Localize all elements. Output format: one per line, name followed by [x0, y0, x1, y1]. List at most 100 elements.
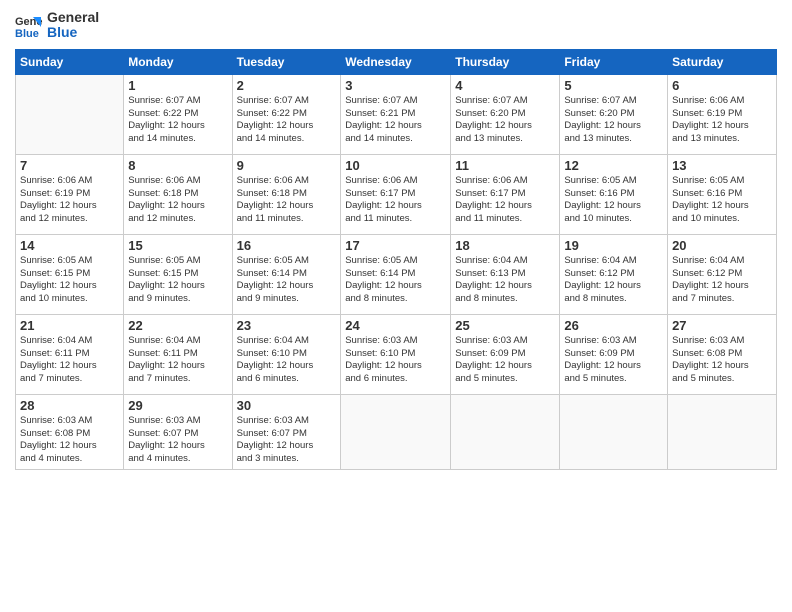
calendar-cell: [16, 74, 124, 154]
day-info: Sunrise: 6:03 AMSunset: 6:08 PMDaylight:…: [20, 415, 119, 466]
calendar-cell: 30 Sunrise: 6:03 AMSunset: 6:07 PMDayligh…: [232, 394, 341, 469]
day-number: 15: [128, 238, 227, 253]
calendar-cell: 1Sunrise: 6:07 AMSunset: 6:22 PMDaylight…: [124, 74, 232, 154]
day-number: 9: [237, 158, 337, 173]
day-info: Sunrise: 6:03 AMSunset: 6:08 PMDaylight:…: [672, 335, 772, 386]
week-row-4: 21 Sunrise: 6:04 AMSunset: 6:11 PMDayligh…: [16, 314, 777, 394]
day-info: Sunrise: 6:07 AMSunset: 6:22 PMDaylight:…: [128, 95, 227, 146]
calendar-cell: 2Sunrise: 6:07 AMSunset: 6:22 PMDaylight…: [232, 74, 341, 154]
day-number: 27: [672, 318, 772, 333]
calendar-cell: 28 Sunrise: 6:03 AMSunset: 6:08 PMDayligh…: [16, 394, 124, 469]
calendar-cell: 26 Sunrise: 6:03 AMSunset: 6:09 PMDayligh…: [560, 314, 668, 394]
day-info: Sunrise: 6:07 AMSunset: 6:20 PMDaylight:…: [455, 95, 555, 146]
day-info: Sunrise: 6:06 AMSunset: 6:19 PMDaylight:…: [672, 95, 772, 146]
calendar-cell: [451, 394, 560, 469]
day-number: 7: [20, 158, 119, 173]
day-info: Sunrise: 6:04 AMSunset: 6:11 PMDaylight:…: [128, 335, 227, 386]
header: General Blue General Blue: [15, 10, 777, 41]
day-info: Sunrise: 6:04 AMSunset: 6:11 PMDaylight:…: [20, 335, 119, 386]
day-info: Sunrise: 6:04 AMSunset: 6:12 PMDaylight:…: [672, 255, 772, 306]
day-info: Sunrise: 6:05 AMSunset: 6:14 PMDaylight:…: [237, 255, 337, 306]
calendar-cell: 13 Sunrise: 6:05 AMSunset: 6:16 PMDayligh…: [668, 154, 777, 234]
day-number: 17: [345, 238, 446, 253]
calendar-cell: 9 Sunrise: 6:06 AMSunset: 6:18 PMDaylight…: [232, 154, 341, 234]
calendar-cell: 21 Sunrise: 6:04 AMSunset: 6:11 PMDayligh…: [16, 314, 124, 394]
day-number: 6: [672, 78, 772, 93]
calendar-header-row: SundayMondayTuesdayWednesdayThursdayFrid…: [16, 49, 777, 74]
day-number: 22: [128, 318, 227, 333]
calendar-cell: 23 Sunrise: 6:04 AMSunset: 6:10 PMDayligh…: [232, 314, 341, 394]
day-info: Sunrise: 6:04 AMSunset: 6:12 PMDaylight:…: [564, 255, 663, 306]
calendar-cell: 15Sunrise: 6:05 AMSunset: 6:15 PMDayligh…: [124, 234, 232, 314]
day-info: Sunrise: 6:06 AMSunset: 6:17 PMDaylight:…: [345, 175, 446, 226]
calendar-cell: [668, 394, 777, 469]
calendar: SundayMondayTuesdayWednesdayThursdayFrid…: [15, 49, 777, 470]
day-info: Sunrise: 6:06 AMSunset: 6:18 PMDaylight:…: [237, 175, 337, 226]
day-number: 11: [455, 158, 555, 173]
day-number: 3: [345, 78, 446, 93]
day-number: 24: [345, 318, 446, 333]
week-row-3: 14Sunrise: 6:05 AMSunset: 6:15 PMDayligh…: [16, 234, 777, 314]
calendar-cell: 10 Sunrise: 6:06 AMSunset: 6:17 PMDayligh…: [341, 154, 451, 234]
calendar-cell: 24Sunrise: 6:03 AMSunset: 6:10 PMDayligh…: [341, 314, 451, 394]
day-number: 10: [345, 158, 446, 173]
header-wednesday: Wednesday: [341, 49, 451, 74]
calendar-cell: [560, 394, 668, 469]
day-info: Sunrise: 6:07 AMSunset: 6:20 PMDaylight:…: [564, 95, 663, 146]
day-info: Sunrise: 6:06 AMSunset: 6:17 PMDaylight:…: [455, 175, 555, 226]
day-info: Sunrise: 6:05 AMSunset: 6:14 PMDaylight:…: [345, 255, 446, 306]
day-info: Sunrise: 6:03 AMSunset: 6:07 PMDaylight:…: [237, 415, 337, 466]
day-info: Sunrise: 6:03 AMSunset: 6:07 PMDaylight:…: [128, 415, 227, 466]
calendar-cell: 29 Sunrise: 6:03 AMSunset: 6:07 PMDayligh…: [124, 394, 232, 469]
day-number: 4: [455, 78, 555, 93]
header-saturday: Saturday: [668, 49, 777, 74]
day-info: Sunrise: 6:03 AMSunset: 6:09 PMDaylight:…: [455, 335, 555, 386]
day-info: Sunrise: 6:04 AMSunset: 6:10 PMDaylight:…: [237, 335, 337, 386]
calendar-cell: 16Sunrise: 6:05 AMSunset: 6:14 PMDayligh…: [232, 234, 341, 314]
calendar-cell: 3Sunrise: 6:07 AMSunset: 6:21 PMDaylight…: [341, 74, 451, 154]
svg-text:Blue: Blue: [15, 28, 39, 39]
day-number: 30: [237, 398, 337, 413]
day-number: 21: [20, 318, 119, 333]
logo-icon: General Blue: [15, 11, 43, 39]
day-info: Sunrise: 6:04 AMSunset: 6:13 PMDaylight:…: [455, 255, 555, 306]
header-sunday: Sunday: [16, 49, 124, 74]
day-number: 12: [564, 158, 663, 173]
calendar-cell: 17 Sunrise: 6:05 AMSunset: 6:14 PMDayligh…: [341, 234, 451, 314]
week-row-2: 7Sunrise: 6:06 AMSunset: 6:19 PMDaylight…: [16, 154, 777, 234]
logo-general: General: [47, 10, 99, 25]
calendar-cell: 12 Sunrise: 6:05 AMSunset: 6:16 PMDayligh…: [560, 154, 668, 234]
calendar-cell: 19 Sunrise: 6:04 AMSunset: 6:12 PMDayligh…: [560, 234, 668, 314]
week-row-5: 28 Sunrise: 6:03 AMSunset: 6:08 PMDayligh…: [16, 394, 777, 469]
week-row-1: 1Sunrise: 6:07 AMSunset: 6:22 PMDaylight…: [16, 74, 777, 154]
calendar-cell: 27 Sunrise: 6:03 AMSunset: 6:08 PMDayligh…: [668, 314, 777, 394]
header-tuesday: Tuesday: [232, 49, 341, 74]
day-info: Sunrise: 6:05 AMSunset: 6:16 PMDaylight:…: [672, 175, 772, 226]
calendar-cell: 22 Sunrise: 6:04 AMSunset: 6:11 PMDayligh…: [124, 314, 232, 394]
day-number: 5: [564, 78, 663, 93]
day-number: 28: [20, 398, 119, 413]
calendar-cell: 14Sunrise: 6:05 AMSunset: 6:15 PMDayligh…: [16, 234, 124, 314]
day-number: 20: [672, 238, 772, 253]
calendar-cell: [341, 394, 451, 469]
calendar-cell: 25Sunrise: 6:03 AMSunset: 6:09 PMDayligh…: [451, 314, 560, 394]
calendar-cell: 11 Sunrise: 6:06 AMSunset: 6:17 PMDayligh…: [451, 154, 560, 234]
day-number: 29: [128, 398, 227, 413]
calendar-cell: 5 Sunrise: 6:07 AMSunset: 6:20 PMDaylight…: [560, 74, 668, 154]
day-info: Sunrise: 6:05 AMSunset: 6:16 PMDaylight:…: [564, 175, 663, 226]
day-number: 23: [237, 318, 337, 333]
day-number: 26: [564, 318, 663, 333]
calendar-cell: 4 Sunrise: 6:07 AMSunset: 6:20 PMDaylight…: [451, 74, 560, 154]
day-number: 19: [564, 238, 663, 253]
day-info: Sunrise: 6:05 AMSunset: 6:15 PMDaylight:…: [20, 255, 119, 306]
logo: General Blue General Blue: [15, 10, 99, 41]
day-number: 8: [128, 158, 227, 173]
day-info: Sunrise: 6:07 AMSunset: 6:22 PMDaylight:…: [237, 95, 337, 146]
calendar-cell: 8 Sunrise: 6:06 AMSunset: 6:18 PMDaylight…: [124, 154, 232, 234]
day-info: Sunrise: 6:03 AMSunset: 6:09 PMDaylight:…: [564, 335, 663, 386]
header-monday: Monday: [124, 49, 232, 74]
day-number: 13: [672, 158, 772, 173]
calendar-cell: 7Sunrise: 6:06 AMSunset: 6:19 PMDaylight…: [16, 154, 124, 234]
calendar-cell: 6 Sunrise: 6:06 AMSunset: 6:19 PMDaylight…: [668, 74, 777, 154]
day-info: Sunrise: 6:06 AMSunset: 6:18 PMDaylight:…: [128, 175, 227, 226]
